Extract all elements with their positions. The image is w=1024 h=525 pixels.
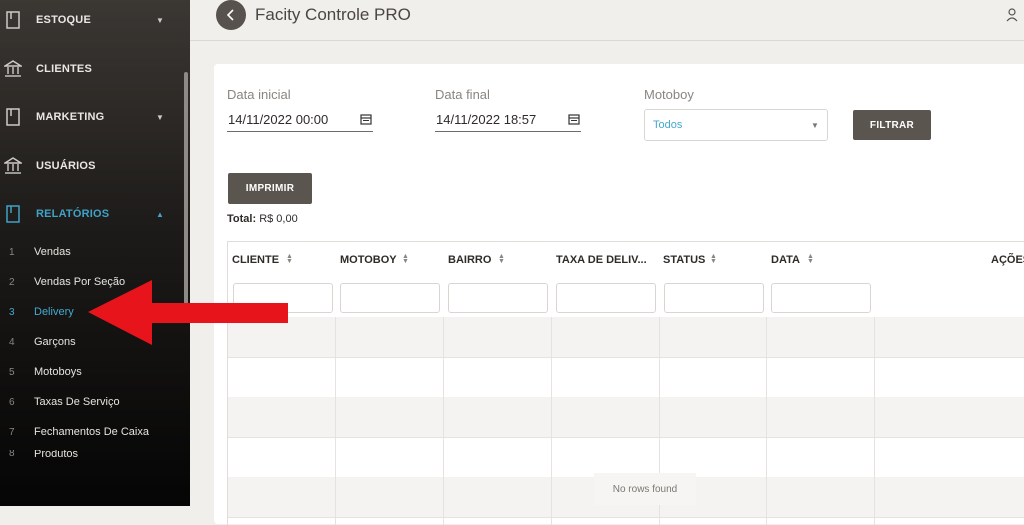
- sidebar-item-clientes[interactable]: CLIENTES: [0, 49, 180, 89]
- sidebar-subitem-vendas-por-secao[interactable]: 2 Vendas Por Seção: [0, 270, 180, 294]
- user-icon[interactable]: [1006, 8, 1018, 22]
- back-button[interactable]: [216, 0, 246, 30]
- start-date-label: Data inicial: [227, 87, 291, 102]
- sidebar-item-label: RELATÓRIOS: [36, 208, 110, 220]
- sort-icon[interactable]: ▲ ▼: [498, 253, 505, 265]
- motoboy-select-value: Todos: [653, 119, 683, 131]
- subitem-number: 1: [9, 246, 15, 258]
- subitem-number: 3: [9, 306, 15, 318]
- motoboy-select[interactable]: Todos ▼: [644, 109, 828, 141]
- sidebar: ESTOQUE ▼ CLIENTES MARKETING ▼ USUÁRIOS …: [0, 0, 190, 506]
- sidebar-item-label: USUÁRIOS: [36, 160, 96, 172]
- filter-button[interactable]: FILTRAR: [853, 110, 931, 140]
- subitem-number: 4: [9, 336, 15, 348]
- sidebar-item-relatorios[interactable]: RELATÓRIOS ▲: [0, 194, 180, 234]
- sidebar-subitem-produtos[interactable]: 8 Produtos: [0, 450, 180, 462]
- sidebar-subitem-fechamentos[interactable]: 7 Fechamentos De Caixa: [0, 420, 180, 444]
- subitem-label: Produtos: [34, 450, 79, 460]
- filter-input-status[interactable]: [664, 283, 764, 313]
- delivery-table: CLIENTE ▲ ▼ MOTOBOY ▲ ▼ BAIRRO ▲ ▼ TAXA DE …: [227, 241, 1024, 525]
- table-row: [228, 317, 1024, 358]
- sidebar-subitem-delivery[interactable]: 3 Delivery: [0, 300, 180, 324]
- filter-input-bairro[interactable]: [448, 283, 548, 313]
- table-row: [228, 397, 1024, 438]
- subitem-label: Fechamentos De Caixa: [34, 426, 149, 438]
- book-icon: [6, 108, 20, 126]
- subitem-number: 6: [9, 396, 15, 408]
- start-date-input[interactable]: 14/11/2022 00:00: [227, 109, 373, 132]
- end-date-label: Data final: [435, 87, 490, 102]
- bank-icon: [4, 157, 22, 174]
- column-header-acoes: AÇÕES: [991, 254, 1024, 266]
- no-rows-message: No rows found: [594, 473, 696, 505]
- column-divider: [551, 317, 552, 525]
- motoboy-label: Motoboy: [644, 87, 694, 102]
- sidebar-item-estoque[interactable]: ESTOQUE ▼: [0, 0, 180, 40]
- column-header-cliente[interactable]: CLIENTE ▲ ▼: [228, 242, 335, 280]
- sidebar-subitem-garcons[interactable]: 4 Garçons: [0, 330, 180, 354]
- table-row: [228, 437, 1024, 478]
- column-header-data[interactable]: DATA ▲ ▼: [767, 242, 874, 280]
- app-title: Facity Controle PRO: [255, 5, 411, 24]
- sidebar-item-usuarios[interactable]: USUÁRIOS: [0, 146, 180, 186]
- total-summary: Total: R$ 0,00: [227, 213, 298, 225]
- column-header-motoboy[interactable]: MOTOBOY ▲ ▼: [336, 242, 443, 280]
- sidebar-item-label: MARKETING: [36, 111, 105, 123]
- subitem-number: 8: [9, 450, 15, 459]
- chevron-down-icon: ▼: [156, 15, 164, 25]
- column-divider: [766, 317, 767, 525]
- start-date-value: 14/11/2022 00:00: [228, 112, 329, 127]
- subitem-label: Vendas Por Seção: [34, 276, 126, 288]
- top-bar: Facity Controle PRO: [190, 0, 1024, 41]
- total-value: R$ 0,00: [259, 213, 298, 225]
- column-header-bairro[interactable]: BAIRRO ▲ ▼: [444, 242, 551, 280]
- sidebar-scrollbar[interactable]: [184, 72, 188, 304]
- sort-icon[interactable]: ▲ ▼: [807, 253, 814, 265]
- filter-input-cliente[interactable]: [233, 283, 333, 313]
- sidebar-subitem-motoboys[interactable]: 5 Motoboys: [0, 360, 180, 384]
- print-button[interactable]: IMPRIMIR: [228, 173, 312, 204]
- end-date-input[interactable]: 14/11/2022 18:57: [435, 109, 581, 132]
- column-divider: [335, 317, 336, 525]
- filter-input-motoboy[interactable]: [340, 283, 440, 313]
- book-icon: [6, 11, 20, 29]
- chevron-down-icon: ▼: [156, 112, 164, 122]
- column-divider: [874, 317, 875, 525]
- sort-icon[interactable]: ▲ ▼: [710, 253, 717, 265]
- subitem-label: Taxas De Serviço: [34, 396, 120, 408]
- chevron-left-icon: [226, 9, 234, 21]
- subitem-number: 7: [9, 426, 15, 438]
- sidebar-subitem-taxas[interactable]: 6 Taxas De Serviço: [0, 390, 180, 414]
- sidebar-item-marketing[interactable]: MARKETING ▼: [0, 97, 180, 137]
- sidebar-subitem-vendas[interactable]: 1 Vendas: [0, 240, 180, 264]
- sort-icon[interactable]: ▲ ▼: [286, 253, 293, 265]
- filter-input-taxa[interactable]: [556, 283, 656, 313]
- bank-icon: [4, 60, 22, 77]
- subitem-number: 5: [9, 366, 15, 378]
- column-header-status[interactable]: STATUS ▲ ▼: [659, 242, 766, 280]
- subitem-label: Delivery: [34, 306, 74, 318]
- calendar-icon[interactable]: [568, 113, 580, 125]
- subitem-label: Garçons: [34, 336, 76, 348]
- sidebar-item-label: CLIENTES: [36, 63, 92, 75]
- subitem-label: Motoboys: [34, 366, 82, 378]
- sort-icon[interactable]: ▲ ▼: [402, 253, 409, 265]
- column-divider: [443, 317, 444, 525]
- calendar-icon[interactable]: [360, 113, 372, 125]
- column-header-taxa[interactable]: TAXA DE DELIV...: [552, 242, 659, 280]
- subitem-number: 2: [9, 276, 15, 288]
- chevron-up-icon: ▲: [156, 209, 164, 219]
- end-date-value: 14/11/2022 18:57: [436, 112, 537, 127]
- total-label: Total:: [227, 213, 257, 225]
- book-icon: [6, 205, 20, 223]
- table-row: [228, 357, 1024, 398]
- filter-input-data[interactable]: [771, 283, 871, 313]
- subitem-label: Vendas: [34, 246, 71, 258]
- report-card: Data inicial 14/11/2022 00:00 Data final…: [214, 64, 1024, 525]
- sidebar-item-label: ESTOQUE: [36, 14, 91, 26]
- chevron-down-icon: ▼: [811, 121, 819, 130]
